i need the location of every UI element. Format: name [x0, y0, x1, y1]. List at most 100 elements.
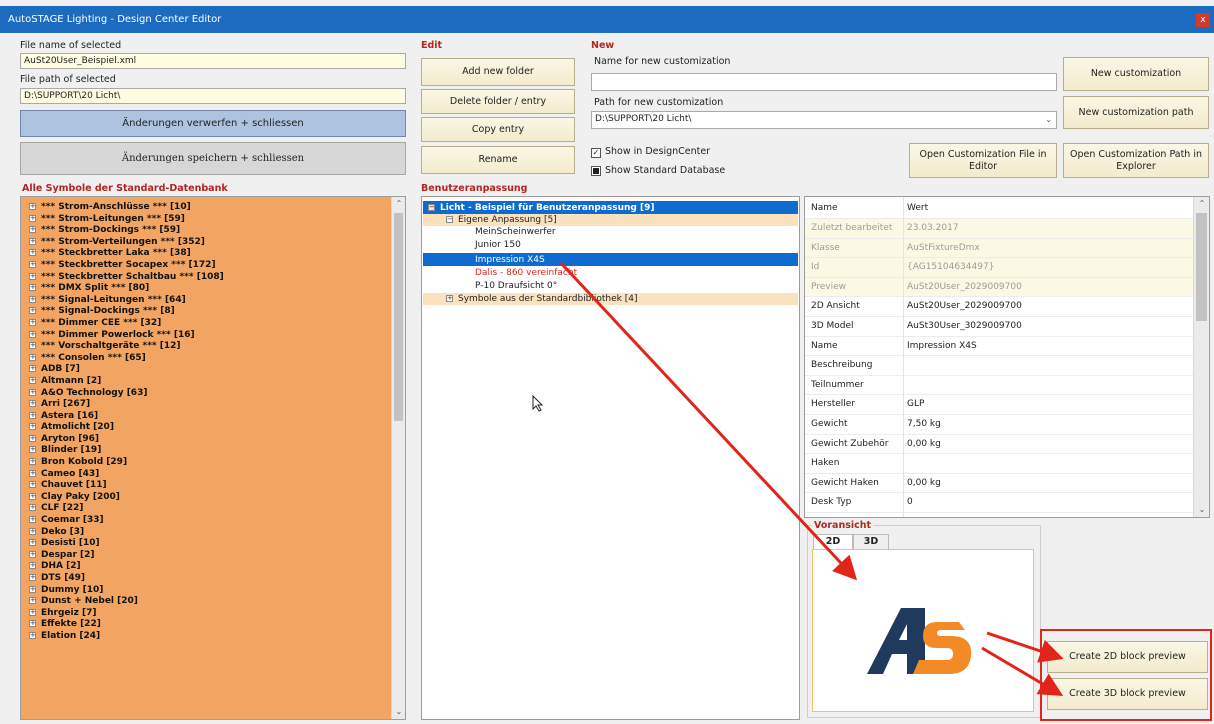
symbol-list-item[interactable]: + *** DMX Split *** [80]	[21, 283, 391, 295]
tab-3d[interactable]: 3D	[853, 534, 889, 550]
symbol-list-item[interactable]: + ADB [7]	[21, 364, 391, 376]
file-name-field[interactable]: AuSt20User_Beispiel.xml	[20, 53, 406, 69]
tree-std-node[interactable]: + Symbole aus der Standardbibliothek [4]	[446, 293, 637, 305]
expand-icon[interactable]: +	[29, 550, 36, 558]
expand-icon[interactable]: +	[29, 562, 36, 570]
property-row[interactable]: Hersteller GLP	[805, 395, 1193, 415]
discard-close-button[interactable]: Änderungen verwerfen + schliessen	[20, 110, 406, 137]
expand-icon[interactable]: +	[29, 539, 36, 547]
symbol-list-item[interactable]: + *** Signal-Leitungen *** [64]	[21, 295, 391, 307]
property-value[interactable]: GLP	[907, 395, 924, 415]
expand-icon[interactable]: +	[29, 226, 36, 234]
expand-icon[interactable]: +	[29, 434, 36, 442]
expand-icon[interactable]: +	[29, 376, 36, 384]
tree-item-dalis[interactable]: Dalis - 860 vereinfacht	[475, 267, 577, 279]
scroll-up-icon[interactable]: ⌃	[1194, 197, 1209, 211]
close-icon[interactable]: x	[1196, 13, 1210, 27]
property-row[interactable]: 3D Model AuSt30User_3029009700	[805, 317, 1193, 337]
scroll-up-icon[interactable]: ⌃	[392, 197, 405, 211]
symbol-list-item[interactable]: + *** Signal-Dockings *** [8]	[21, 306, 391, 318]
symbol-list-item[interactable]: + Aryton [96]	[21, 434, 391, 446]
property-row[interactable]: Preview AuSt20User_2029009700	[805, 277, 1193, 298]
property-row[interactable]: Zuletzt bearbeitet 23.03.2017	[805, 219, 1193, 239]
property-row[interactable]: Gewicht Zubehör 0,00 kg	[805, 435, 1193, 455]
property-row[interactable]: Gewicht Haken 0,00 kg	[805, 474, 1193, 494]
symbol-list-item[interactable]: + Dunst + Nebel [20]	[21, 596, 391, 608]
symbol-list-item[interactable]: + *** Strom-Anschlüsse *** [10]	[21, 202, 391, 214]
expand-icon[interactable]: +	[29, 330, 36, 338]
symbol-list-item[interactable]: + DHA [2]	[21, 561, 391, 573]
property-row[interactable]: Id {AG15104634497}	[805, 258, 1193, 278]
scroll-down-icon[interactable]: ⌄	[1194, 503, 1209, 517]
expand-icon[interactable]: +	[29, 527, 36, 535]
show-standard-db-checkbox[interactable]: Show Standard Database	[591, 165, 725, 176]
symbol-list-item[interactable]: + Ehrgeiz [7]	[21, 608, 391, 620]
property-value[interactable]: {AG15104634497}	[907, 258, 994, 278]
expand-icon[interactable]: +	[29, 608, 36, 616]
tree-item-impression-x4s[interactable]: Impression X4S	[475, 254, 545, 266]
expand-icon[interactable]: +	[29, 272, 36, 280]
property-row[interactable]: Desk Typ 0	[805, 493, 1193, 513]
expand-icon[interactable]: +	[29, 574, 36, 581]
expand-icon[interactable]: +	[29, 516, 36, 524]
symbols-list[interactable]: + *** Strom-Anschlüsse *** [10] + *** Strom…	[20, 196, 406, 720]
symbol-list-item[interactable]: + Bron Kobold [29]	[21, 457, 391, 469]
symbol-list-item[interactable]: + Chauvet [11]	[21, 480, 391, 492]
create-2d-preview-button[interactable]: Create 2D block preview	[1047, 641, 1208, 673]
property-value[interactable]: AuSt30User_3029009700	[907, 317, 1022, 337]
property-value[interactable]: 0,00 kg	[907, 435, 941, 455]
property-value[interactable]: 0,00 kg	[907, 474, 941, 494]
symbol-list-item[interactable]: + Arri [267]	[21, 399, 391, 411]
properties-scrollbar[interactable]: ⌃ ⌄	[1193, 197, 1209, 517]
tab-2d[interactable]: 2D	[813, 534, 853, 550]
symbol-list-item[interactable]: + *** Steckbretter Socapex *** [172]	[21, 260, 391, 272]
save-close-button[interactable]: Änderungen speichern + schliessen	[20, 142, 406, 175]
tree-item-p10[interactable]: P-10 Draufsicht 0°	[475, 280, 557, 292]
tree-own-node[interactable]: − Eigene Anpassung [5]	[446, 214, 557, 226]
new-customization-button[interactable]: New customization	[1063, 57, 1209, 91]
expand-icon[interactable]: +	[29, 260, 36, 268]
symbol-list-item[interactable]: + *** Consolen *** [65]	[21, 353, 391, 365]
property-row[interactable]: Haken	[805, 454, 1193, 474]
expand-icon[interactable]: +	[29, 388, 36, 396]
property-row[interactable]: Klasse AuStFixtureDmx	[805, 238, 1193, 259]
properties-grid[interactable]: Name Wert Zuletzt bearbeitet 23.03.2017 Kl…	[804, 196, 1210, 518]
expand-icon[interactable]: +	[29, 318, 36, 326]
scroll-thumb[interactable]	[394, 213, 403, 421]
expand-icon[interactable]: +	[29, 203, 36, 210]
property-row[interactable]: Teilnummer	[805, 376, 1193, 396]
expand-icon[interactable]: +	[29, 365, 36, 373]
expand-icon[interactable]: +	[29, 458, 36, 466]
tree-item-meinscheinwerfer[interactable]: MeinScheinwerfer	[475, 226, 556, 238]
scroll-thumb[interactable]	[1196, 213, 1207, 321]
new-customization-path-button[interactable]: New customization path	[1063, 96, 1209, 129]
expand-icon[interactable]: +	[29, 284, 36, 292]
open-path-in-explorer-button[interactable]: Open Customization Path in Explorer	[1063, 143, 1209, 178]
symbol-list-item[interactable]: + Elation [24]	[21, 631, 391, 643]
symbols-scrollbar[interactable]: ⌃ ⌄	[391, 197, 405, 719]
property-value[interactable]: AuStFixtureDmx	[907, 239, 980, 259]
symbol-list-item[interactable]: + Altmann [2]	[21, 376, 391, 388]
expand-icon[interactable]: +	[29, 353, 36, 361]
property-value[interactable]: 23.03.2017	[907, 219, 959, 239]
symbol-list-item[interactable]: + *** Strom-Dockings *** [59]	[21, 225, 391, 237]
symbol-list-item[interactable]: + Blinder [19]	[21, 445, 391, 457]
expand-icon[interactable]: +	[29, 620, 36, 628]
symbol-list-item[interactable]: + Despar [2]	[21, 550, 391, 562]
property-row[interactable]: Beschreibung	[805, 356, 1193, 376]
expand-icon[interactable]: +	[29, 400, 36, 408]
create-3d-preview-button[interactable]: Create 3D block preview	[1047, 678, 1208, 710]
symbol-list-item[interactable]: + DTS [49]	[21, 573, 391, 585]
property-row[interactable]: 2D Ansicht AuSt20User_2029009700	[805, 297, 1193, 317]
rename-button[interactable]: Rename	[421, 146, 575, 174]
expand-icon[interactable]: +	[29, 237, 36, 245]
expand-icon[interactable]: +	[29, 423, 36, 431]
symbol-list-item[interactable]: + Effekte [22]	[21, 619, 391, 631]
symbol-list-item[interactable]: + Clay Paky [200]	[21, 492, 391, 504]
expand-icon[interactable]: +	[29, 597, 36, 605]
property-row[interactable]: Name Impression X4S	[805, 337, 1193, 357]
customization-tree[interactable]: − Licht - Beispiel für Benutzeranpassung …	[421, 196, 800, 720]
symbol-list-item[interactable]: + *** Dimmer CEE *** [32]	[21, 318, 391, 330]
expand-icon[interactable]: +	[29, 249, 36, 257]
property-value[interactable]: AuSt20User_2029009700	[907, 278, 1022, 298]
